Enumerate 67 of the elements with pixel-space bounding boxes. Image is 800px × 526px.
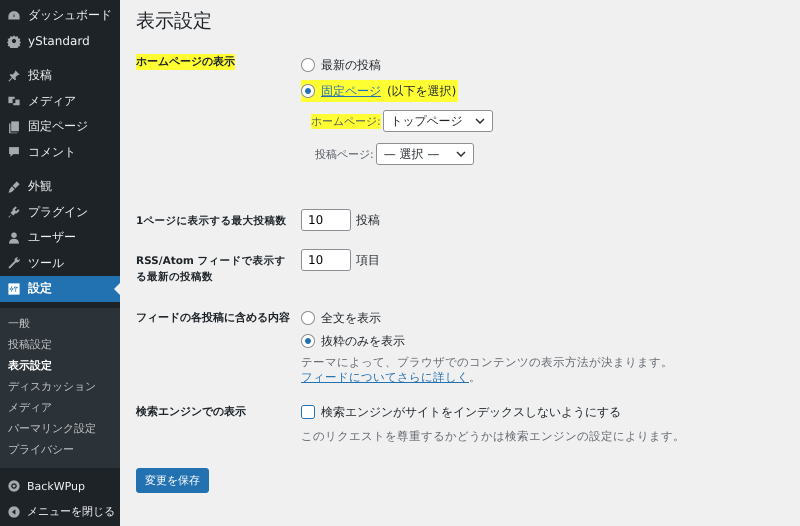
radio-button[interactable]	[301, 311, 315, 325]
submenu-item[interactable]: プライバシー	[0, 438, 120, 460]
field-label: ホームページの表示	[136, 54, 235, 70]
radio-button[interactable]	[301, 58, 315, 72]
menu-item[interactable]: ユーザー	[0, 225, 120, 250]
collapse-icon	[7, 504, 21, 519]
menu-item[interactable]: BackWPup	[0, 474, 120, 499]
menu-item[interactable]: 外観	[0, 174, 120, 200]
chevron-down-icon	[456, 151, 466, 157]
option-label: 全文を表示	[321, 310, 381, 326]
pages-icon	[7, 120, 21, 134]
page-dropdown[interactable]: トップページ	[382, 110, 493, 132]
field-label: RSS/Atom フィードで表示する最新の投稿数	[136, 254, 287, 285]
radio-button[interactable]	[301, 334, 315, 348]
user-icon	[7, 230, 21, 245]
submenu-item[interactable]: ディスカッション	[0, 376, 120, 396]
submenu-item[interactable]: 一般	[0, 312, 120, 334]
brush-icon	[7, 180, 21, 194]
plug-icon	[7, 205, 21, 220]
pin-icon	[7, 68, 21, 83]
submenu-item[interactable]: メディア	[0, 396, 120, 418]
menu-item[interactable]: ツール	[0, 250, 120, 276]
field-label: 検索エンジンでの表示	[136, 404, 246, 420]
description-text: テーマによって、ブラウザでのコンテンツの表示方法が決まります。 フィードについてさらに詳しく。	[301, 355, 674, 385]
plugin-logo-icon	[7, 479, 21, 494]
option-label: 検索エンジンがサイトをインデックスしないようにする	[321, 404, 621, 420]
gear-icon	[7, 34, 21, 48]
submenu-item[interactable]: パーマリンク設定	[0, 418, 120, 438]
menu-item[interactable]: 投稿	[0, 63, 120, 88]
option-label: (以下を選択)	[387, 82, 456, 100]
radio-button[interactable]	[301, 84, 315, 98]
page-title: 表示設定	[136, 9, 213, 34]
unit-label: 項目	[356, 252, 380, 268]
select-label: ホームページ:	[311, 114, 381, 128]
sliders-icon	[7, 282, 21, 296]
chevron-down-icon	[474, 118, 485, 124]
page-dropdown[interactable]: — 選択 —	[376, 143, 474, 165]
radio-option[interactable]: 固定ページ (以下を選択)	[301, 80, 458, 102]
radio-option[interactable]: 抜粋のみを表示	[301, 330, 407, 352]
checkbox[interactable]	[301, 405, 315, 419]
feed-help-link[interactable]: フィードについてさらに詳しく	[301, 370, 469, 384]
field-label: 1ページに表示する最大投稿数	[136, 214, 288, 229]
menu-item[interactable]: yStandard	[0, 28, 120, 54]
select-label: 投稿ページ:	[315, 146, 374, 162]
field-label: フィードの各投稿に含める内容	[136, 310, 290, 326]
menu-item[interactable]: 設定	[0, 276, 120, 302]
menu-item[interactable]: コメント	[0, 140, 120, 165]
radio-option[interactable]: 全文を表示	[301, 307, 383, 329]
number-field[interactable]: 10	[301, 249, 351, 271]
submenu-item[interactable]: 投稿設定	[0, 334, 120, 354]
option-label: 最新の投稿	[321, 56, 381, 74]
pages-link[interactable]: 固定ページ	[321, 82, 381, 100]
menu-item[interactable]: 固定ページ	[0, 114, 120, 140]
menu-item[interactable]: プラグイン	[0, 200, 120, 225]
menu-item[interactable]: メニューを閉じる	[0, 499, 120, 524]
number-field[interactable]: 10	[301, 209, 351, 231]
wrench-icon	[7, 256, 21, 270]
unit-label: 投稿	[356, 212, 380, 228]
submenu-item[interactable]: 表示設定	[0, 354, 120, 376]
option-label: 抜粋のみを表示	[321, 332, 405, 350]
description-text: このリクエストを尊重するかどうかは検索エンジンの設定によります。	[301, 429, 685, 444]
menu-item[interactable]: メディア	[0, 88, 120, 114]
comment-icon	[7, 145, 21, 160]
save-button[interactable]: 変更を保存	[136, 468, 209, 493]
radio-option[interactable]: 最新の投稿	[301, 54, 383, 76]
checkbox-option[interactable]: 検索エンジンがサイトをインデックスしないようにする	[301, 401, 623, 423]
menu-item[interactable]: ダッシュボード	[0, 3, 120, 28]
